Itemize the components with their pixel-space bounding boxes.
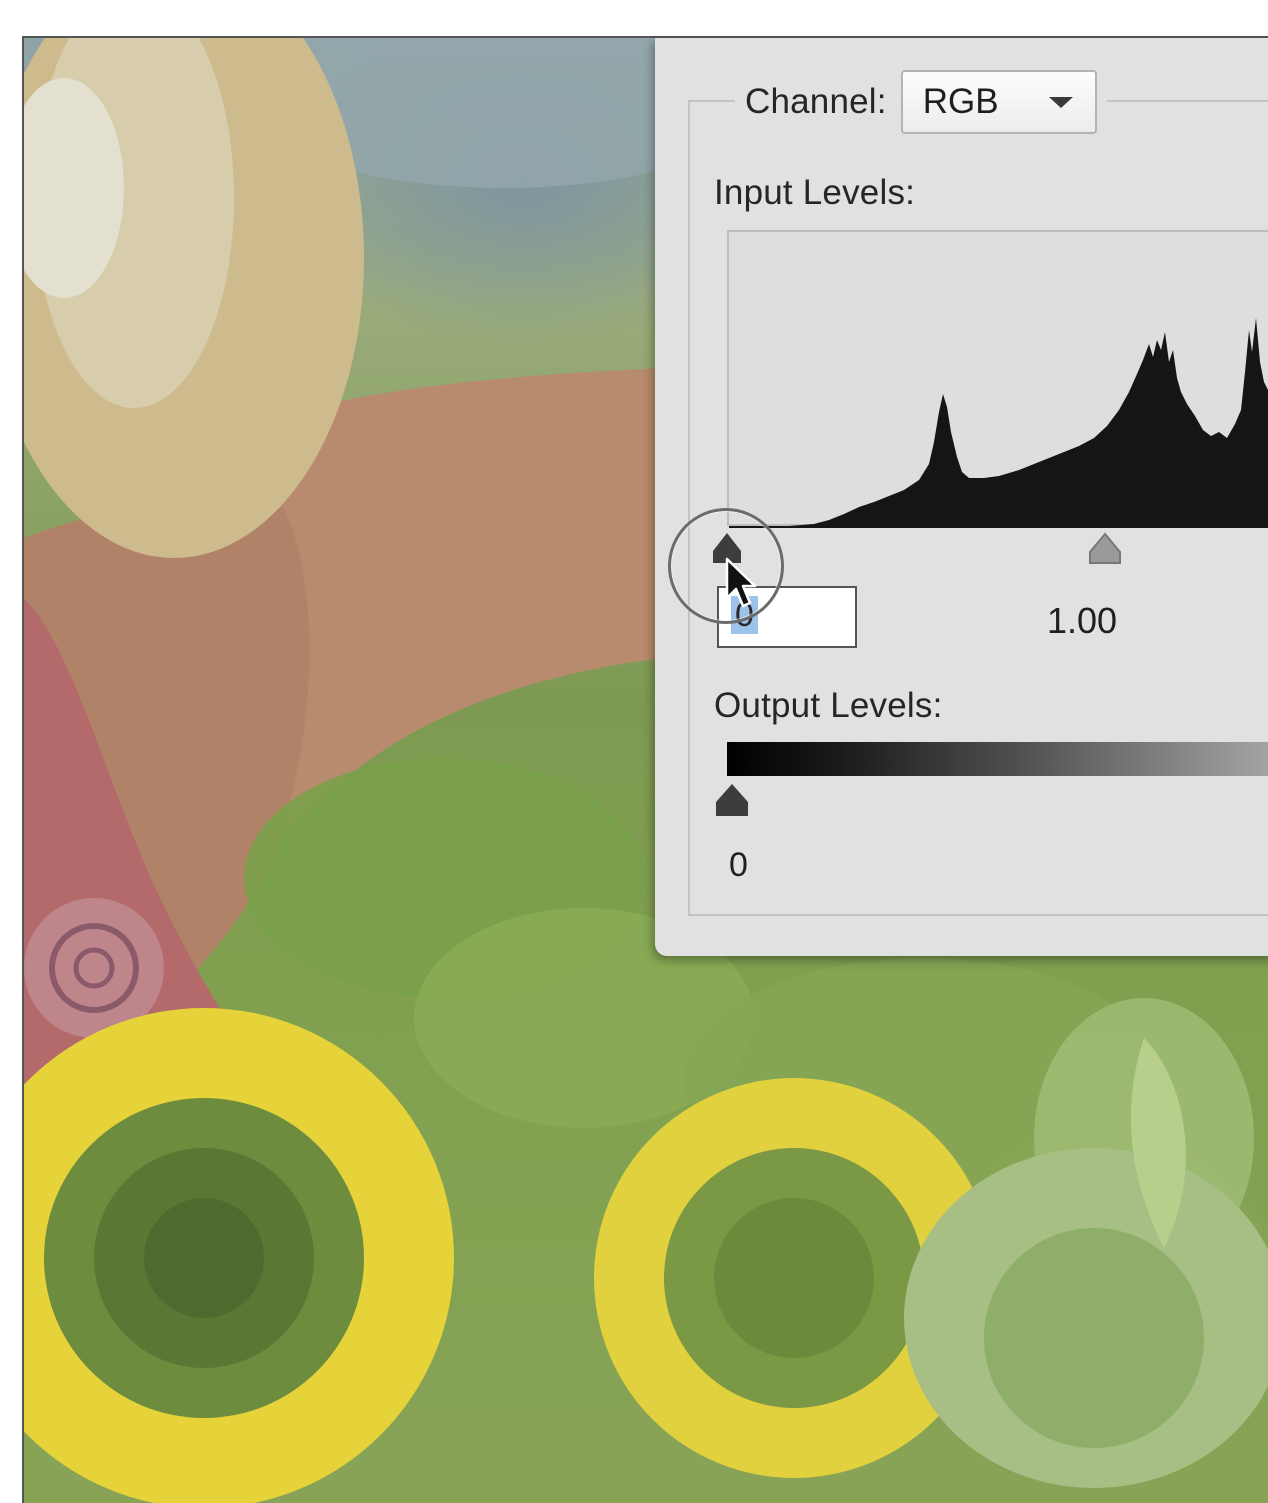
output-levels-label: Output Levels:: [714, 686, 943, 725]
input-levels-label: Input Levels:: [714, 173, 916, 212]
input-black-value: 0: [731, 596, 758, 634]
histogram: [727, 230, 1268, 528]
input-black-field[interactable]: 0: [717, 586, 857, 648]
levels-dialog: Channel: RGB Input Levels: 0 1.00 Output…: [655, 38, 1268, 956]
input-gamma-slider[interactable]: [1087, 532, 1123, 566]
channel-dropdown[interactable]: RGB: [900, 70, 1097, 134]
channel-label: Channel:: [745, 82, 887, 121]
output-levels-gradient: [727, 742, 1268, 776]
histogram-graph: [729, 318, 1268, 528]
output-black-value[interactable]: 0: [729, 846, 748, 885]
input-black-slider[interactable]: [711, 531, 743, 565]
histogram-fill: [729, 318, 1268, 528]
input-gamma-value[interactable]: 1.00: [1047, 600, 1117, 642]
channel-dropdown-value: RGB: [922, 82, 999, 121]
output-black-slider[interactable]: [713, 782, 751, 818]
chevron-down-icon: [1048, 96, 1073, 108]
channel-row: Channel: RGB: [735, 69, 1107, 135]
